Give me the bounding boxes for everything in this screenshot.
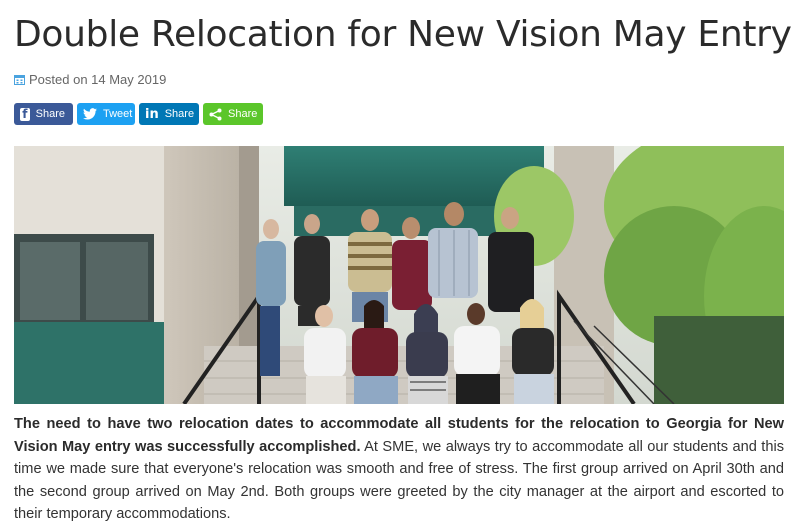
linkedin-icon: in — [145, 106, 159, 122]
facebook-share-button[interactable]: f Share — [14, 103, 73, 125]
generic-share-label: Share — [228, 108, 258, 120]
post-date: Posted on 14 May 2019 — [14, 72, 166, 87]
posted-label: Posted on 14 May 2019 — [29, 72, 167, 87]
facebook-icon: f — [20, 107, 30, 121]
article-body: The need to have two relocation dates to… — [14, 413, 784, 526]
twitter-tweet-label: Tweet — [103, 108, 133, 120]
facebook-share-label: Share — [35, 108, 65, 120]
share-bar: f Share Tweet in Share Share — [14, 103, 263, 125]
page-title: Double Relocation for New Vision May Ent… — [14, 14, 792, 55]
twitter-tweet-button[interactable]: Tweet — [77, 103, 135, 125]
generic-share-button[interactable]: Share — [203, 103, 263, 125]
group-photo — [14, 146, 784, 404]
twitter-icon — [83, 107, 97, 121]
share-icon — [209, 107, 222, 121]
linkedin-share-button[interactable]: in Share — [139, 103, 199, 125]
linkedin-share-label: Share — [164, 108, 195, 120]
calendar-icon — [14, 74, 25, 85]
